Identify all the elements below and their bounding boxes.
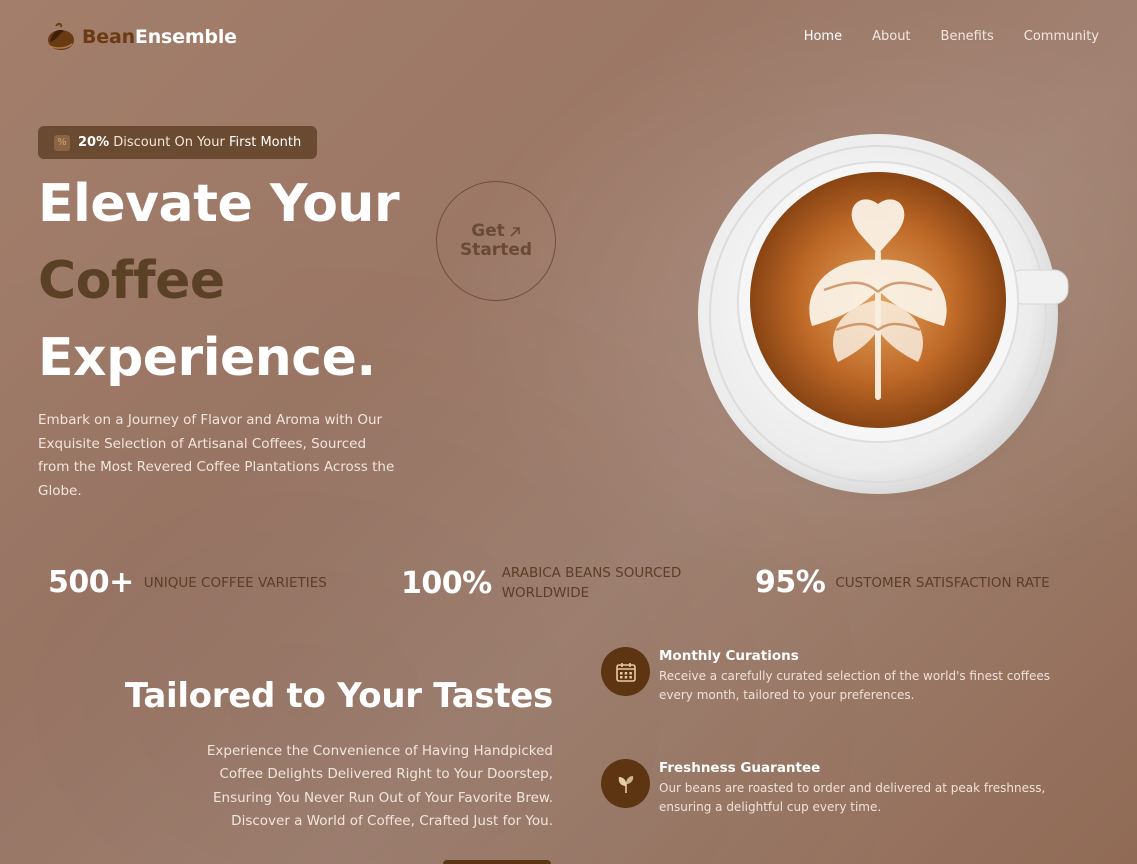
hero-description: Embark on a Journey of Flavor and Aroma … xyxy=(38,412,395,499)
stat-value: 100% xyxy=(401,565,492,601)
section-description: Experience the Convenience of Having Han… xyxy=(206,743,553,829)
get-started-button[interactable]: Get Started xyxy=(436,181,556,301)
percent-icon: % xyxy=(54,134,70,151)
nav-about[interactable]: About xyxy=(872,29,910,44)
brand-name: BeanEnsemble xyxy=(82,26,237,48)
nav-community[interactable]: Community xyxy=(1024,29,1099,44)
headline-line-2: Coffee xyxy=(38,251,225,311)
feature-freshness-guarantee: Freshness Guarantee Our beans are roaste… xyxy=(601,759,1059,816)
stat-label: Unique Coffee Varieties xyxy=(143,574,327,591)
headline-line-1: Elevate Your xyxy=(38,174,400,234)
coffee-bean-logo-icon xyxy=(48,22,74,50)
leaf-icon xyxy=(601,759,650,808)
arrow-up-right-icon xyxy=(510,226,520,237)
feature-description: Our beans are roasted to order and deliv… xyxy=(659,781,1046,814)
section-button[interactable] xyxy=(443,860,551,864)
feature-title: Freshness Guarantee xyxy=(659,760,821,776)
headline-line-3: Experience. xyxy=(38,328,376,388)
stat-varieties: 500+ Unique Coffee Varieties xyxy=(48,565,327,600)
cta-label-line-2: Started xyxy=(459,240,533,260)
cta-label-line-1: Get xyxy=(471,221,505,242)
nav-home[interactable]: Home xyxy=(804,29,842,44)
section-title: Tailored to Your Tastes xyxy=(124,676,553,716)
discount-badge: % 20% Discount On Your First Month xyxy=(38,126,317,159)
stat-satisfaction: 95% Customer Satisfaction Rate xyxy=(755,565,1050,600)
brand-logo[interactable]: BeanEnsemble xyxy=(42,22,237,52)
stat-arabica: 100% Arabica Beans Sourced Worldwide xyxy=(401,563,681,603)
latte-cup-image xyxy=(695,134,1075,500)
stat-label: Arabica Beans Sourced Worldwide xyxy=(501,565,682,601)
calendar-icon xyxy=(601,647,650,696)
feature-description: Receive a carefully curated selection of… xyxy=(659,669,1050,702)
stat-label: Customer Satisfaction Rate xyxy=(835,574,1050,591)
discount-text: 20% Discount On Your First Month xyxy=(78,135,302,150)
nav-benefits[interactable]: Benefits xyxy=(941,29,994,44)
feature-title: Monthly Curations xyxy=(659,648,799,664)
stat-value: 95% xyxy=(755,565,826,600)
main-nav: Home About Benefits Community xyxy=(804,29,1099,44)
feature-monthly-curations: Monthly Curations Receive a carefully cu… xyxy=(601,647,1059,704)
stat-value: 500+ xyxy=(48,565,134,600)
